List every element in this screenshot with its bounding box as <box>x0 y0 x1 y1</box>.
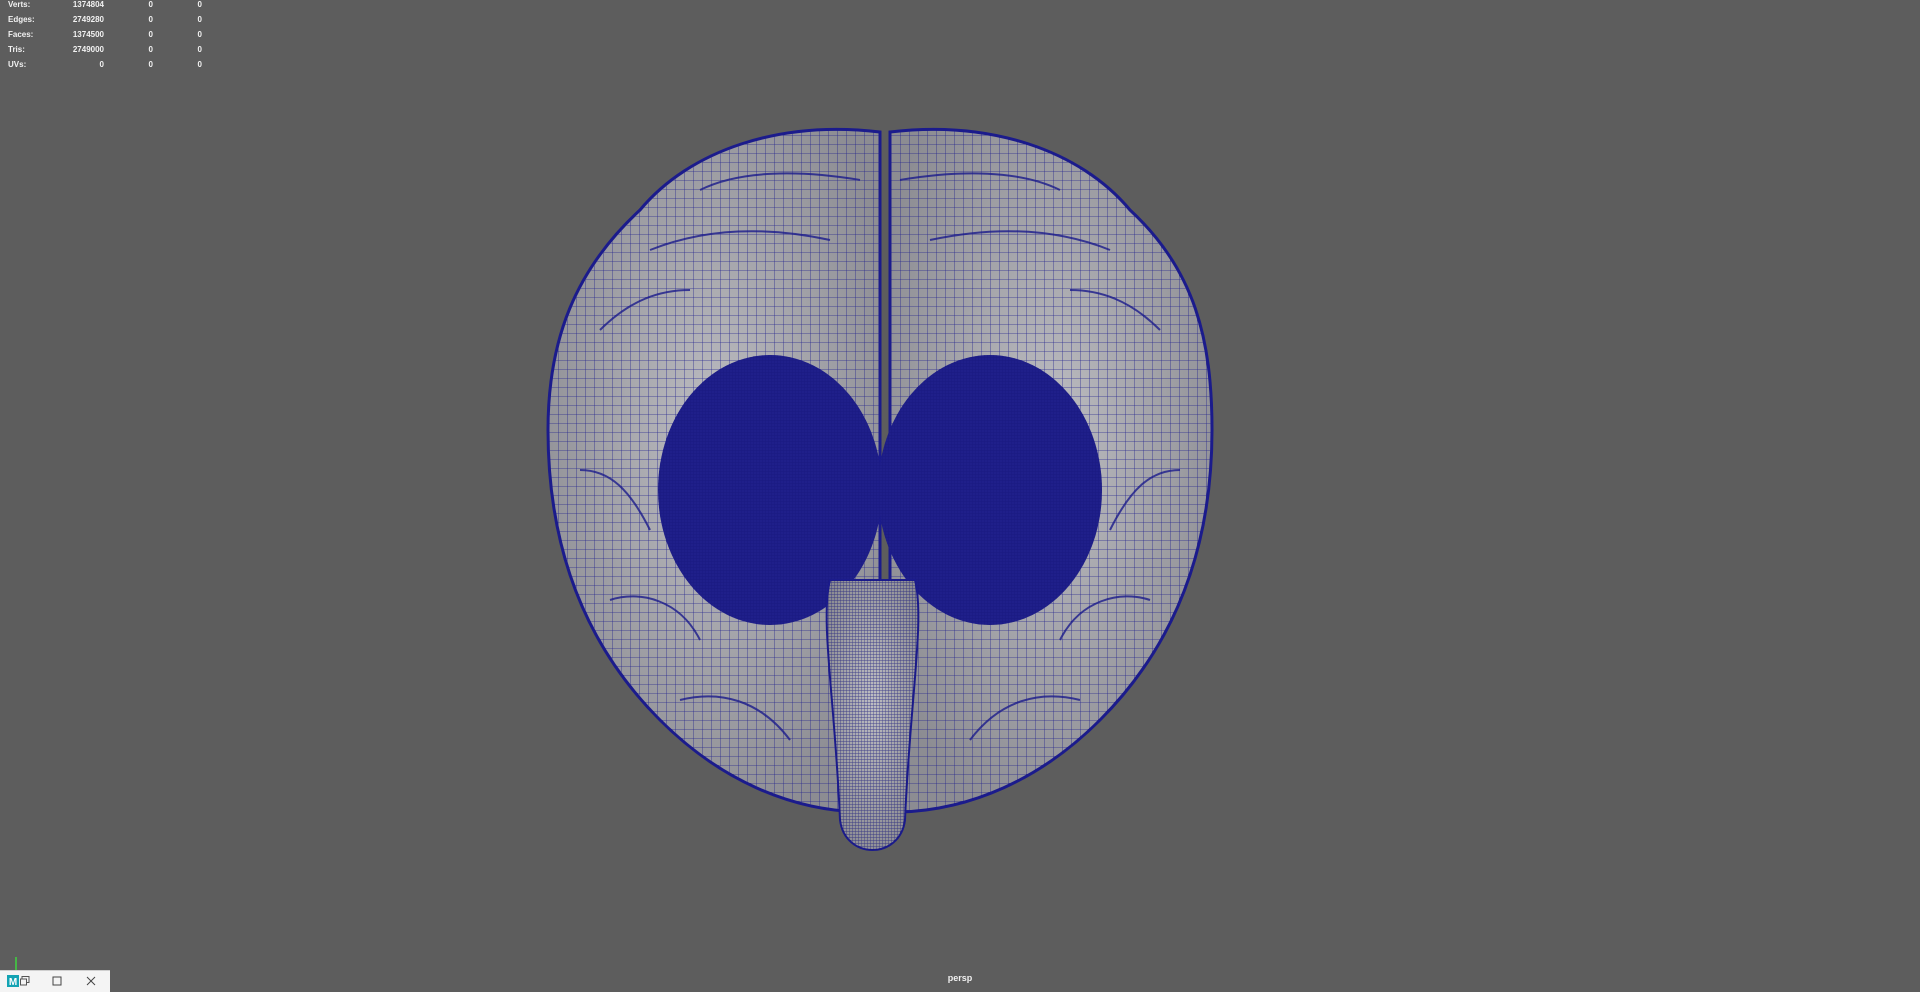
maya-viewport[interactable]: Verts: 1374804 0 0 Edges: 2749280 0 0 Faces: 1374… <box>0 0 1920 991</box>
restore-icon[interactable] <box>18 973 32 989</box>
hud-label: Tris: <box>8 45 25 54</box>
hud-value: 1374804 <box>72 0 104 9</box>
hud-value: 0 <box>148 45 153 54</box>
hud-value: 0 <box>148 30 153 39</box>
hud-value: 0 <box>99 60 104 69</box>
brain-mesh-wireframe[interactable] <box>0 0 1920 991</box>
hud-value: 0 <box>148 60 153 69</box>
maximize-icon[interactable] <box>50 973 64 989</box>
hud-value: 0 <box>148 0 153 9</box>
hud-label: Edges: <box>8 15 35 24</box>
hud-value: 0 <box>197 60 202 69</box>
brainstem <box>825 579 920 851</box>
hud-value: 0 <box>197 30 202 39</box>
minimized-window-bar[interactable]: M <box>0 970 110 992</box>
svg-text:M: M <box>9 977 17 988</box>
hud-value: 0 <box>197 0 202 9</box>
hud-label: Faces: <box>8 30 34 39</box>
camera-label: persp <box>947 973 973 983</box>
hud-value: 1374500 <box>72 30 104 39</box>
hud-label: UVs: <box>8 60 27 69</box>
hud-value: 0 <box>148 15 153 24</box>
hud-label: Verts: <box>8 0 31 9</box>
close-icon[interactable] <box>84 973 98 989</box>
hud-value: 0 <box>197 15 202 24</box>
hud-value: 0 <box>197 45 202 54</box>
hud-value: 2749280 <box>72 15 104 24</box>
hud-value: 2749000 <box>72 45 104 54</box>
